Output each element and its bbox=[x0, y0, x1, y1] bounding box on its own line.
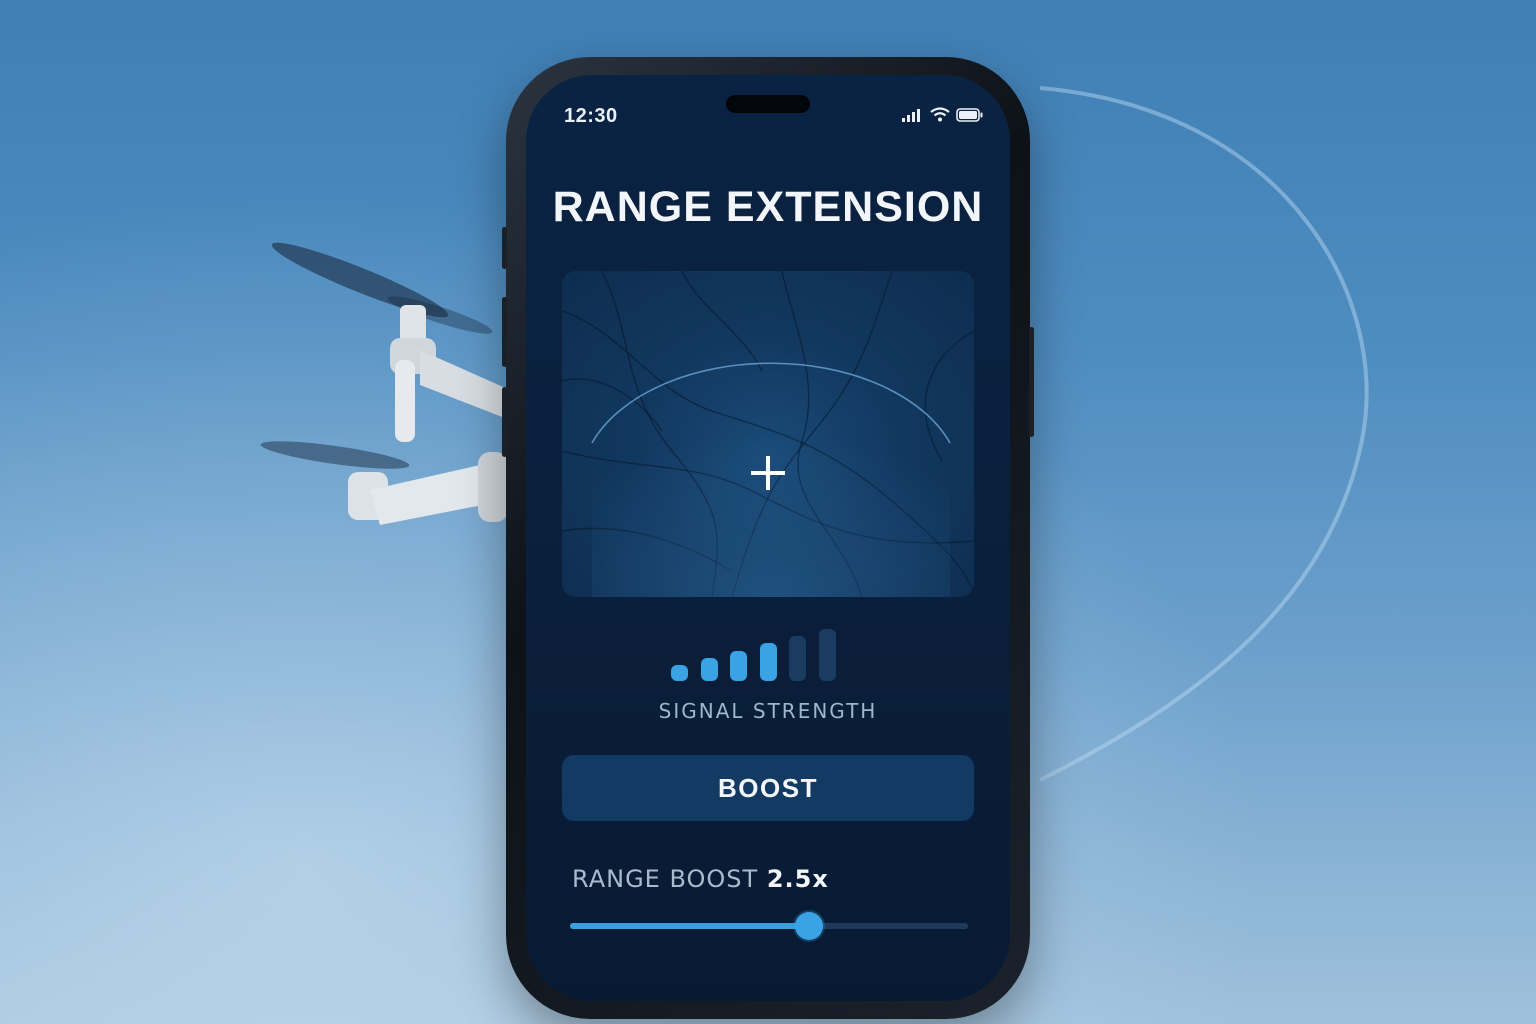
signal-strength-label: SIGNAL STRENGTH bbox=[658, 699, 878, 723]
phone-action-button bbox=[502, 227, 507, 269]
phone-screen: 12:30 RANGE EXTENSION SIGNAL STRENGTH BO… bbox=[526, 75, 1010, 1001]
dynamic-island bbox=[726, 95, 810, 113]
status-icons bbox=[902, 107, 984, 122]
signal-bar bbox=[759, 643, 777, 681]
battery-icon bbox=[956, 108, 983, 122]
crosshair-plus-icon bbox=[751, 456, 785, 490]
phone-power-button bbox=[1029, 327, 1034, 437]
slider-fill bbox=[570, 923, 809, 929]
status-time: 12:30 bbox=[564, 105, 618, 127]
page-title: RANGE EXTENSION bbox=[552, 183, 984, 231]
cellular-signal-icon bbox=[902, 109, 920, 122]
signal-bar bbox=[671, 665, 688, 681]
signal-bar bbox=[730, 650, 747, 681]
range-boost-label: RANGE BOOST bbox=[572, 865, 759, 893]
signal-bar bbox=[789, 636, 806, 681]
range-boost-value: 2.5x bbox=[766, 865, 829, 893]
phone-volume-down-button bbox=[502, 387, 507, 457]
signal-bar bbox=[700, 657, 718, 681]
range-boost-readout: RANGE BOOST 2.5x bbox=[572, 865, 829, 893]
map-roads bbox=[562, 271, 974, 597]
slider-thumb[interactable] bbox=[794, 912, 823, 940]
phone-device: 12:30 RANGE EXTENSION SIGNAL STRENGTH BO… bbox=[502, 57, 1034, 1019]
range-map[interactable] bbox=[562, 271, 974, 597]
signal-bar bbox=[818, 629, 836, 681]
phone-volume-up-button bbox=[502, 297, 507, 367]
range-boost-slider[interactable] bbox=[570, 911, 968, 941]
signal-strength-meter bbox=[671, 627, 841, 681]
wifi-icon bbox=[930, 107, 950, 122]
drone-illustration bbox=[260, 242, 510, 525]
boost-button[interactable]: BOOST bbox=[562, 755, 974, 821]
